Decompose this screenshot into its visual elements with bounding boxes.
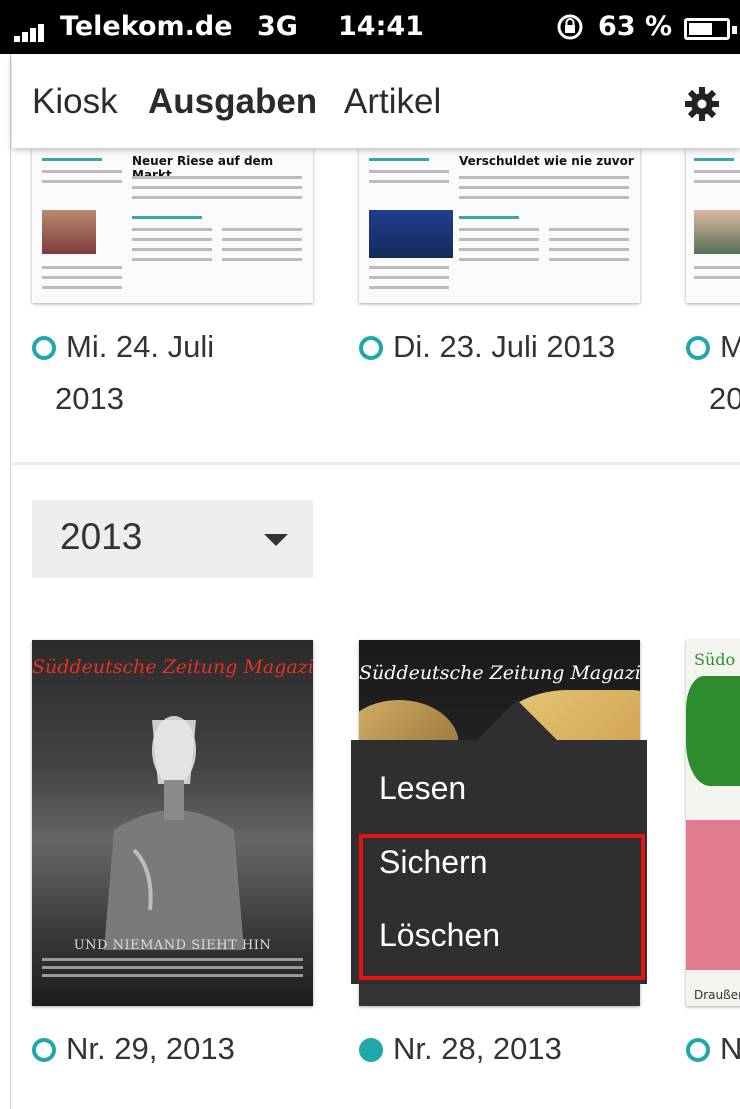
menu-item-sichern[interactable]: Sichern — [379, 844, 488, 881]
newspaper-date-year: 2013 — [55, 381, 124, 416]
not-downloaded-indicator — [32, 336, 56, 360]
not-downloaded-indicator — [359, 336, 383, 360]
cover-photo — [104, 716, 244, 950]
newspaper-thumbnail[interactable] — [686, 148, 740, 303]
newspaper-date: Mi. 24. Juli — [66, 329, 215, 364]
chevron-down-icon — [264, 534, 288, 546]
issue-context-menu: Lesen Sichern Löschen — [351, 700, 647, 984]
newspaper-date: Di. 23. Juli 2013 — [393, 329, 616, 364]
status-bar: Telekom.de 3G 14:41 63 % — [0, 0, 740, 54]
menu-item-lesen[interactable]: Lesen — [379, 770, 466, 807]
not-downloaded-indicator — [686, 336, 710, 360]
newspaper-date: M — [720, 329, 740, 364]
rotation-lock-icon — [557, 14, 583, 40]
portrait-photo — [694, 210, 740, 254]
gear-icon[interactable] — [684, 86, 720, 122]
tab-kiosk[interactable]: Kiosk — [32, 82, 118, 122]
battery-icon — [684, 18, 737, 40]
top-navigation: Kiosk Ausgaben Artikel — [12, 54, 740, 148]
magazine-masthead: Südo — [694, 650, 736, 669]
section-divider — [12, 462, 740, 465]
newspaper-thumbnail[interactable]: Neuer Riese auf dem Markt — [32, 148, 313, 303]
tab-ausgaben[interactable]: Ausgaben — [148, 82, 317, 122]
left-edge-divider — [0, 54, 11, 1109]
portrait-photo — [369, 210, 453, 258]
network-type: 3G — [257, 11, 298, 42]
tab-artikel[interactable]: Artikel — [344, 82, 441, 122]
menu-item-loeschen[interactable]: Löschen — [379, 917, 500, 954]
year-dropdown[interactable]: 2013 — [32, 500, 313, 578]
magazine-issue-label: Nr. 29, 2013 — [66, 1031, 235, 1066]
magazine-masthead: Süddeutsche Zeitung Magazin — [359, 662, 640, 684]
carrier-name: Telekom.de — [60, 11, 233, 42]
downloaded-indicator — [359, 1038, 383, 1062]
clock: 14:41 — [338, 11, 424, 42]
magazine-issue-label: N — [720, 1031, 740, 1066]
magazine-masthead: Süddeutsche Zeitung Magazin — [32, 656, 313, 678]
cover-headline: Draußen s — [694, 988, 740, 1006]
newspaper-date-year: 20 — [709, 381, 740, 416]
magazine-issue-label: Nr. 28, 2013 — [393, 1031, 562, 1066]
not-downloaded-indicator — [686, 1038, 710, 1062]
portrait-photo — [42, 210, 96, 254]
not-downloaded-indicator — [32, 1038, 56, 1062]
signal-strength-icon — [14, 22, 50, 42]
cover-headline: UND NIEMAND SIEHT HIN — [73, 938, 272, 953]
magazine-cover[interactable]: Südo Draußen s — [686, 640, 740, 1006]
menu-pointer — [477, 700, 557, 740]
magazine-cover[interactable]: Süddeutsche Zeitung Magazin UND NIEMAND … — [32, 640, 313, 1006]
battery-percentage: 63 % — [598, 11, 673, 42]
newspaper-headline: Verschuldet wie nie zuvor — [459, 154, 634, 168]
year-dropdown-value: 2013 — [60, 516, 143, 557]
newspaper-thumbnail[interactable]: Verschuldet wie nie zuvor — [359, 148, 640, 303]
